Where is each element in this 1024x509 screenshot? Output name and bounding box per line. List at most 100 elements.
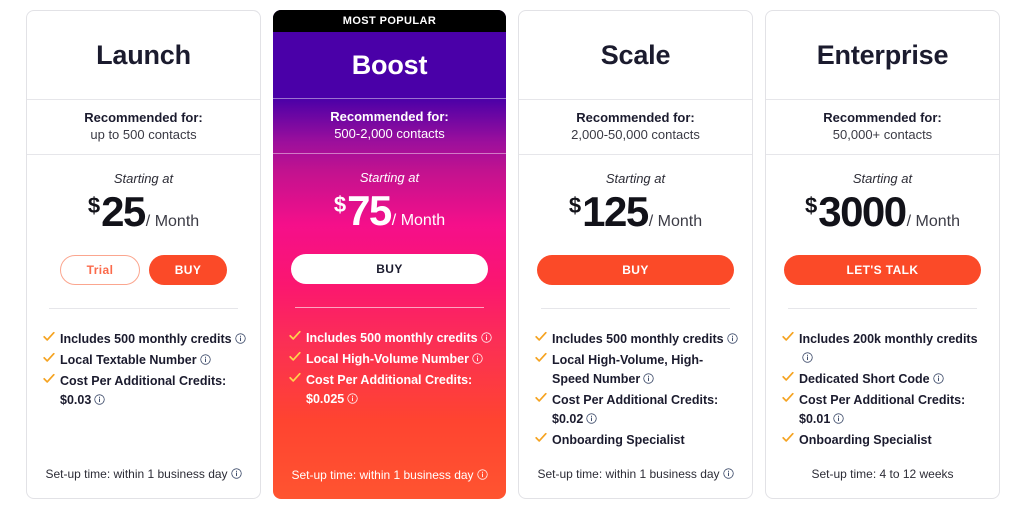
price-row: $75/ Month <box>334 190 445 232</box>
feature-label: Cost Per Additional Credits: $0.02 <box>552 393 719 426</box>
feature-label: Cost Per Additional Credits: $0.025 <box>306 373 473 406</box>
recommended-value: 2,000-50,000 contacts <box>571 127 700 142</box>
info-icon[interactable] <box>230 468 242 479</box>
feature-label: Local Textable Number <box>60 353 197 367</box>
price-amount: 3000 <box>818 188 907 235</box>
plan-card-scale[interactable]: Scale Recommended for: 2,000-50,000 contac… <box>518 10 753 499</box>
plan-header: Enterprise <box>766 11 999 99</box>
setup-time-text: Set-up time: 4 to 12 weeks <box>811 467 954 481</box>
buy-button[interactable]: BUY <box>537 255 734 285</box>
check-icon <box>782 370 794 383</box>
feature-item: Local High-Volume, High-Speed Number <box>535 351 738 389</box>
feature-text: Cost Per Additional Credits: $0.025 <box>306 371 492 409</box>
feature-label: Includes 500 monthly credits <box>306 331 478 345</box>
check-icon <box>782 391 794 404</box>
price-period: / Month <box>145 213 200 230</box>
starting-at-label: Starting at <box>359 170 420 185</box>
buy-button[interactable]: BUY <box>149 255 227 285</box>
price-block: Starting at $125/ Month <box>519 155 752 233</box>
pricing-plans-grid: Launch Recommended for: up to 500 contacts… <box>0 0 1024 509</box>
setup-time-note: Set-up time: within 1 business day <box>27 466 260 498</box>
lets-talk-button[interactable]: LET'S TALK <box>784 255 981 285</box>
feature-label: Local High-Volume, High-Speed Number <box>552 353 704 386</box>
check-icon <box>43 372 55 385</box>
info-icon[interactable] <box>476 469 488 480</box>
info-icon[interactable] <box>94 394 105 405</box>
currency-symbol: $ <box>804 193 818 218</box>
setup-time-note: Set-up time: within 1 business day <box>519 466 752 498</box>
recommended-value: 500-2,000 contacts <box>334 126 445 141</box>
plan-name: Boost <box>351 49 428 80</box>
info-icon[interactable] <box>347 393 358 404</box>
check-icon <box>289 350 301 363</box>
plan-card-boost[interactable]: MOST POPULAR Boost Recommended for: 500-2,0… <box>273 10 506 499</box>
plan-actions: BUY <box>273 254 506 284</box>
setup-time-text: Set-up time: within 1 business day <box>291 468 474 482</box>
info-icon[interactable] <box>199 354 211 365</box>
recommended-label: Recommended for: <box>823 110 942 125</box>
plan-card-enterprise[interactable]: Enterprise Recommended for: 50,000+ contac… <box>765 10 1000 499</box>
setup-time-text: Set-up time: within 1 business day <box>45 467 228 481</box>
currency-symbol: $ <box>333 192 347 217</box>
recommended-block: Recommended for: up to 500 contacts <box>27 99 260 155</box>
feature-item: Dedicated Short Code <box>782 370 985 389</box>
feature-text: Cost Per Additional Credits: $0.03 <box>60 372 246 410</box>
trial-button[interactable]: Trial <box>60 255 140 285</box>
plan-card-launch[interactable]: Launch Recommended for: up to 500 contacts… <box>26 10 261 499</box>
check-icon <box>289 329 301 342</box>
plan-actions: Trial BUY <box>27 255 260 285</box>
plan-actions: BUY <box>519 255 752 285</box>
feature-text: Onboarding Specialist <box>799 431 985 450</box>
info-icon[interactable] <box>472 353 483 364</box>
feature-item: Cost Per Additional Credits: $0.025 <box>289 371 492 409</box>
feature-text: Includes 500 monthly credits <box>552 330 738 349</box>
recommended-label: Recommended for: <box>84 110 203 125</box>
feature-label: Onboarding Specialist <box>799 433 932 447</box>
feature-label: Local High-Volume Number <box>306 352 469 366</box>
feature-text: Local High-Volume, High-Speed Number <box>552 351 738 389</box>
info-icon[interactable] <box>802 352 813 363</box>
price-amount: 25 <box>101 188 146 235</box>
info-icon[interactable] <box>234 333 246 344</box>
info-icon[interactable] <box>726 333 738 344</box>
feature-text: Includes 200k monthly credits <box>799 330 985 368</box>
setup-time-note: Set-up time: 4 to 12 weeks <box>766 466 999 498</box>
feature-item: Onboarding Specialist <box>782 431 985 450</box>
feature-item: Cost Per Additional Credits: $0.01 <box>782 391 985 429</box>
check-icon <box>782 431 794 444</box>
recommended-block: Recommended for: 2,000-50,000 contacts <box>519 99 752 155</box>
starting-at-label: Starting at <box>605 171 666 186</box>
feature-item: Includes 500 monthly credits <box>289 329 492 348</box>
feature-list: Includes 200k monthly credits Dedicated S… <box>766 309 999 466</box>
buy-button[interactable]: BUY <box>291 254 488 284</box>
recommended-value: up to 500 contacts <box>90 127 197 142</box>
setup-time-text: Set-up time: within 1 business day <box>537 467 720 481</box>
info-icon[interactable] <box>643 373 654 384</box>
price-block: Starting at $25/ Month <box>27 155 260 233</box>
price-block: Starting at $3000/ Month <box>766 155 999 233</box>
feature-text: Cost Per Additional Credits: $0.01 <box>799 391 985 429</box>
feature-list: Includes 500 monthly credits Local High-V… <box>273 308 506 467</box>
plan-name: Launch <box>96 39 191 70</box>
feature-item: Includes 200k monthly credits <box>782 330 985 368</box>
info-icon[interactable] <box>833 413 844 424</box>
check-icon <box>535 330 547 343</box>
check-icon <box>43 330 55 343</box>
feature-text: Includes 500 monthly credits <box>60 330 246 349</box>
check-icon <box>535 351 547 364</box>
price-amount: 125 <box>582 188 649 235</box>
plan-header: Launch <box>27 11 260 99</box>
feature-item: Includes 500 monthly credits <box>43 330 246 349</box>
price-row: $125/ Month <box>569 191 702 233</box>
feature-label: Includes 200k monthly credits <box>799 332 978 346</box>
price-period: / Month <box>906 213 961 230</box>
feature-item: Cost Per Additional Credits: $0.03 <box>43 372 246 410</box>
plan-name: Scale <box>600 39 671 70</box>
feature-label: Cost Per Additional Credits: $0.01 <box>799 393 966 426</box>
info-icon[interactable] <box>932 373 944 384</box>
info-icon[interactable] <box>480 332 492 343</box>
price-block: Starting at $75/ Month <box>273 154 506 232</box>
plan-header: Scale <box>519 11 752 99</box>
info-icon[interactable] <box>586 413 597 424</box>
info-icon[interactable] <box>722 468 734 479</box>
